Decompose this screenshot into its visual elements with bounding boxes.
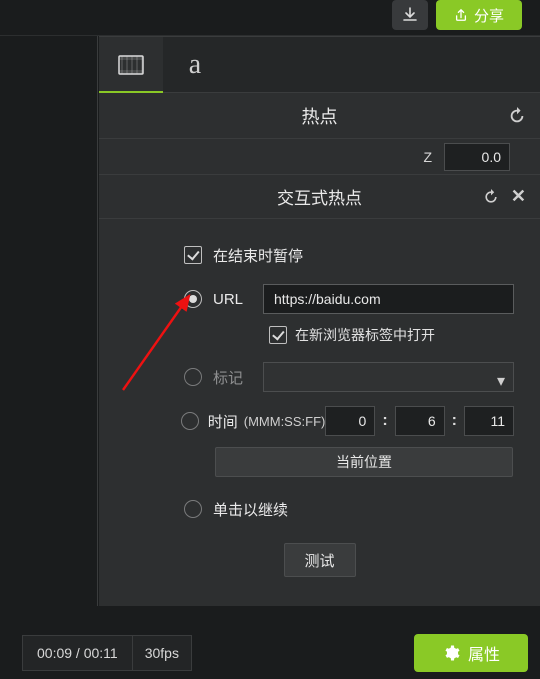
z-row: Z 0.0 xyxy=(99,139,540,175)
z-value-input[interactable]: 0.0 xyxy=(444,143,510,171)
row-click-continue: 单击以继续 xyxy=(181,491,514,527)
chevron-down-icon: ▾ xyxy=(497,371,505,391)
share-button[interactable]: 分享 xyxy=(436,0,522,30)
time-display[interactable]: 00:09 / 00:11 xyxy=(22,635,133,671)
bottom-bar: 00:09 / 00:11 30fps 属性 xyxy=(0,627,540,679)
row-url: URL xyxy=(181,281,514,317)
new-tab-checkbox[interactable] xyxy=(269,326,287,344)
section-header-hotspot: 热点 xyxy=(99,93,540,139)
url-label: URL xyxy=(213,291,257,308)
left-column xyxy=(0,36,98,606)
time-radio[interactable] xyxy=(181,412,199,430)
url-input[interactable] xyxy=(263,284,514,314)
current-position-label: 当前位置 xyxy=(336,452,392,472)
sub-section-title: 交互式热点 xyxy=(277,184,362,209)
test-label: 测试 xyxy=(304,550,334,571)
download-icon xyxy=(402,7,418,23)
new-tab-label: 在新浏览器标签中打开 xyxy=(295,325,435,345)
marker-radio[interactable] xyxy=(184,368,202,386)
media-icon xyxy=(118,55,144,75)
url-radio[interactable] xyxy=(184,290,202,308)
pause-checkbox[interactable] xyxy=(184,246,202,264)
share-icon xyxy=(454,8,468,22)
marker-label: 标记 xyxy=(213,367,257,388)
current-position-button[interactable]: 当前位置 xyxy=(215,447,513,477)
download-button[interactable] xyxy=(392,0,428,30)
row-new-tab: 在新浏览器标签中打开 xyxy=(269,325,514,345)
fps-display[interactable]: 30fps xyxy=(133,635,192,671)
reset-icon[interactable] xyxy=(483,189,499,205)
time-mm-input[interactable]: 0 xyxy=(325,406,375,436)
properties-panel: a 热点 Z 0.0 交互式热点 ✕ 在结束时暂停 URL xyxy=(99,36,540,606)
close-icon[interactable]: ✕ xyxy=(511,186,526,207)
time-hint: (MMM:SS:FF) xyxy=(244,414,326,429)
z-label: Z xyxy=(423,149,432,165)
gear-icon xyxy=(442,644,460,662)
reset-icon[interactable] xyxy=(508,107,526,125)
panel-tabs: a xyxy=(99,37,540,93)
click-continue-label: 单击以继续 xyxy=(213,499,288,520)
section-header-interactive: 交互式热点 ✕ xyxy=(99,175,540,219)
tab-media[interactable] xyxy=(99,37,163,93)
click-continue-radio[interactable] xyxy=(184,500,202,518)
pause-label: 在结束时暂停 xyxy=(213,245,303,266)
hotspot-form: 在结束时暂停 URL 在新浏览器标签中打开 标记 ▾ 时间 (MMM:SS:FF… xyxy=(99,219,540,577)
time-label: 时间 xyxy=(208,411,242,432)
time-ff-input[interactable]: 11 xyxy=(464,406,514,436)
time-ss-input[interactable]: 6 xyxy=(395,406,445,436)
top-bar: 分享 xyxy=(0,0,540,36)
properties-button[interactable]: 属性 xyxy=(414,634,528,672)
row-pause-at-end: 在结束时暂停 xyxy=(181,237,514,273)
tab-text[interactable]: a xyxy=(163,37,227,93)
section-title: 热点 xyxy=(302,103,338,129)
row-marker: 标记 ▾ xyxy=(181,359,514,395)
test-button[interactable]: 测试 xyxy=(284,543,356,577)
properties-label: 属性 xyxy=(468,641,500,665)
time-input-group: 0 : 6 : 11 xyxy=(325,406,514,436)
share-label: 分享 xyxy=(474,5,504,26)
marker-select[interactable]: ▾ xyxy=(263,362,514,392)
row-time: 时间 (MMM:SS:FF) 0 : 6 : 11 xyxy=(181,403,514,439)
